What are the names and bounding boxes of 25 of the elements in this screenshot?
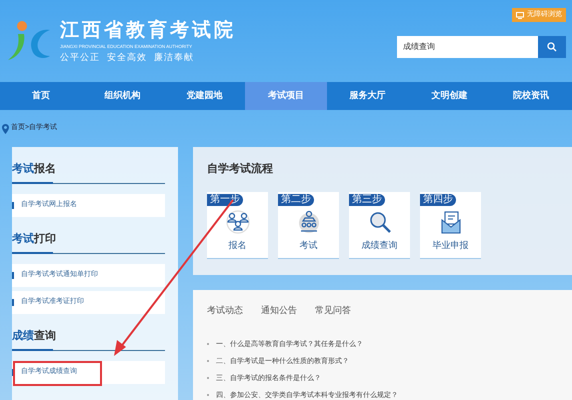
step-badge: 第四步 — [420, 194, 456, 206]
step-card[interactable]: 第二步 考试 — [278, 192, 339, 258]
step-label: 报名 — [228, 238, 246, 252]
section-heading: 考试打印 — [12, 232, 57, 246]
people-icon — [224, 208, 250, 234]
location-pin-icon — [2, 124, 9, 134]
site-title: 江西省教育考试院 — [60, 18, 236, 42]
section-heading: 成绩查询 — [12, 329, 57, 343]
news-tab[interactable]: 考试动态 — [207, 304, 243, 318]
process-title: 自学考试流程 — [207, 162, 274, 177]
step-card[interactable]: 第三步 成绩查询 — [349, 192, 410, 258]
step-label: 毕业申报 — [432, 238, 468, 252]
news-tab[interactable]: 通知公告 — [261, 304, 297, 318]
step-label: 成绩查询 — [362, 238, 398, 252]
news-tab[interactable]: 常见问答 — [315, 304, 351, 318]
step-badge: 第二步 — [278, 194, 314, 206]
step-card[interactable]: 第四步 毕业申报 — [420, 192, 481, 258]
site-motto: 公平公正 安全高效 廉洁奉献 — [60, 50, 196, 64]
search-field[interactable]: 成绩查询 — [397, 36, 538, 58]
section-heading: 考试报名 — [12, 162, 57, 176]
step-badge: 第三步 — [349, 194, 385, 206]
monitor-icon — [516, 12, 524, 18]
search-icon — [547, 42, 557, 52]
search-button[interactable] — [538, 36, 566, 58]
step-label: 考试 — [300, 238, 318, 252]
